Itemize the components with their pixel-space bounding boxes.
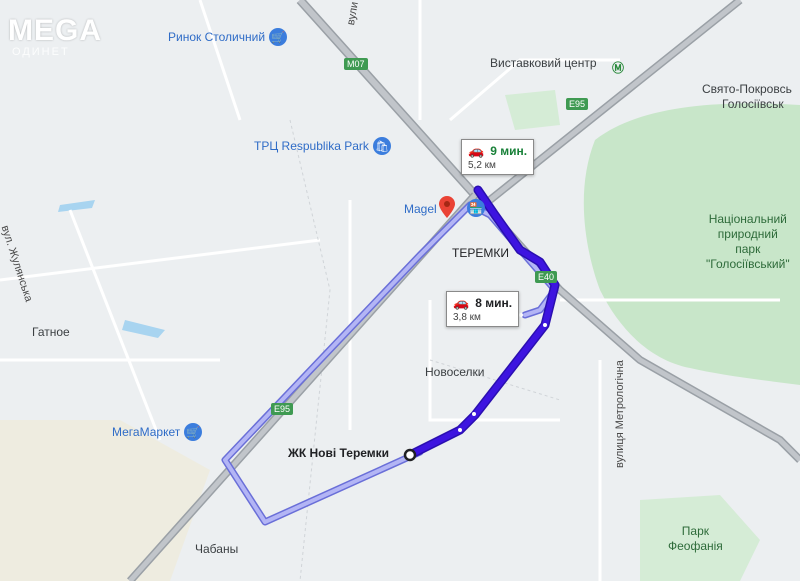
- small-park-area: [505, 90, 560, 130]
- route-callout-alt[interactable]: 🚗 9 мин. 5,2 км: [461, 139, 535, 175]
- map-view[interactable]: Ⓜ MEGA ОДИНЕТ Ринок Столичний 🛒 ТРЦ Resp…: [0, 0, 800, 581]
- field-area: [0, 420, 210, 581]
- map-base: Ⓜ: [0, 0, 800, 581]
- watermark-subtext: ОДИНЕТ: [12, 46, 70, 58]
- route-callout-selected[interactable]: 🚗 8 мин. 3,8 км: [446, 291, 520, 327]
- poi-respublika-park[interactable]: ТРЦ Respublika Park 🛍: [254, 137, 391, 155]
- shopping-bag-icon: 🛍: [372, 137, 391, 155]
- place-chabany: Чабаны: [195, 542, 239, 556]
- shopping-cart-icon: 🛒: [184, 423, 203, 441]
- road-shield-e95: E95: [271, 403, 294, 415]
- place-vystavkovyi: Виставковий центр: [490, 56, 597, 70]
- park-feofaniya-label: Парк Феофанія: [668, 524, 723, 553]
- place-novoselky: Новоселки: [425, 365, 485, 379]
- road-shield-m07: M07: [344, 58, 368, 70]
- origin-marker: [403, 448, 417, 462]
- poi-rynok-stolychnyi[interactable]: Ринок Столичний 🛒: [168, 28, 288, 46]
- svg-text:Ⓜ: Ⓜ: [612, 60, 624, 75]
- place-gatnoe: Гатное: [32, 325, 70, 339]
- shopping-cart-icon: 🛒: [269, 28, 288, 46]
- route-origin-label[interactable]: ЖК Нові Теремки: [288, 446, 389, 460]
- park-holosiivskyi-label: Національний природний парк "Голосіївськ…: [706, 212, 790, 271]
- watermark-logo: MEGA: [8, 14, 102, 47]
- poi-megamarket[interactable]: МегаМаркет 🛒: [112, 423, 203, 441]
- car-icon: 🚗: [453, 295, 470, 310]
- road-metrolohichna-label: вулиця Метрологічна: [614, 360, 626, 468]
- road-shield-e40: E40: [535, 271, 558, 283]
- poi-magel[interactable]: Magel: [404, 202, 437, 216]
- place-svyato-pokrovskyi-1: Свято-Покровсь: [702, 82, 792, 96]
- car-icon: 🚗: [468, 143, 485, 158]
- road-shield-e95: E95: [566, 98, 589, 110]
- place-svyato-pokrovskyi-2: Голосіївськ: [722, 97, 784, 111]
- destination-pin-icon[interactable]: [439, 196, 455, 218]
- water: [58, 200, 95, 212]
- store-icon: 🏪: [467, 199, 485, 217]
- place-teremky: ТЕРЕМКИ: [452, 246, 509, 260]
- water: [122, 320, 165, 338]
